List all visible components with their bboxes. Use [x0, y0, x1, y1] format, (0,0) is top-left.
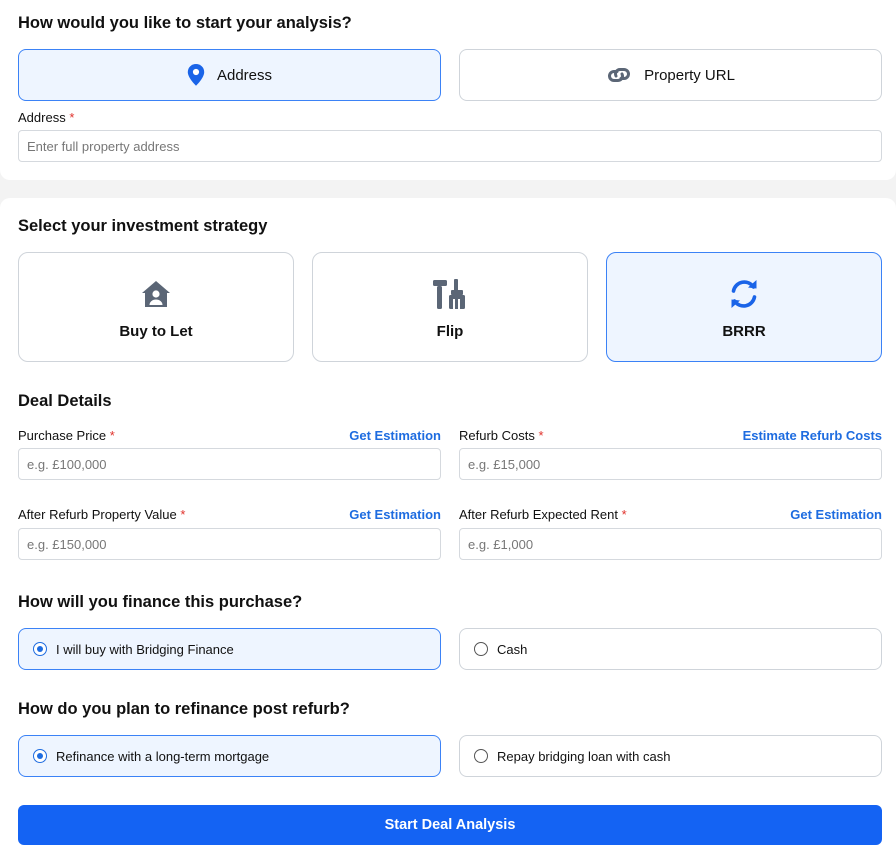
refinance-heading: How do you plan to refinance post refurb… [18, 700, 350, 718]
address-option[interactable]: Address [18, 49, 441, 101]
radio-selected [33, 749, 47, 763]
strategy-buy-to-let-label: Buy to Let [119, 323, 193, 340]
purchase-price-input[interactable] [18, 448, 441, 480]
after-refurb-value-label: After Refurb Property Value * [18, 507, 186, 522]
finance-heading: How will you finance this purchase? [18, 593, 303, 611]
refinance-cash-option[interactable]: Repay bridging loan with cash [459, 735, 882, 777]
strategy-buy-to-let[interactable]: Buy to Let [18, 252, 294, 362]
strategy-brrr[interactable]: BRRR [606, 252, 882, 362]
finance-bridging-label: I will buy with Bridging Finance [56, 641, 234, 657]
after-refurb-rent-label: After Refurb Expected Rent * [459, 507, 627, 522]
after-refurb-rent-estimation-link[interactable]: Get Estimation [790, 507, 882, 522]
finance-cash-option[interactable]: Cash [459, 628, 882, 670]
deal-details-heading: Deal Details [18, 392, 112, 410]
required-mark: * [69, 110, 75, 125]
purchase-price-label: Purchase Price * [18, 428, 115, 443]
address-input[interactable] [18, 130, 882, 162]
house-user-icon [137, 275, 175, 313]
address-label: Address * [18, 110, 75, 125]
radio-selected [33, 642, 47, 656]
refurb-costs-input[interactable] [459, 448, 882, 480]
strategy-flip[interactable]: Flip [312, 252, 588, 362]
property-url-option-label: Property URL [644, 66, 735, 84]
analysis-start-card: How would you like to start your analysi… [0, 0, 896, 180]
radio-unselected [474, 749, 488, 763]
refinance-mortgage-label: Refinance with a long-term mortgage [56, 748, 270, 764]
hammer-brush-icon [431, 275, 469, 313]
refinance-mortgage-option[interactable]: Refinance with a long-term mortgage [18, 735, 441, 777]
link-icon [608, 68, 631, 82]
finance-cash-label: Cash [497, 641, 528, 657]
address-option-label: Address [216, 66, 273, 84]
start-heading: How would you like to start your analysi… [18, 14, 352, 32]
strategy-heading: Select your investment strategy [18, 217, 268, 235]
property-url-option[interactable]: Property URL [459, 49, 882, 101]
after-refurb-rent-input[interactable] [459, 528, 882, 560]
refurb-costs-label: Refurb Costs * [459, 428, 544, 443]
strategy-brrr-label: BRRR [722, 323, 766, 340]
radio-unselected [474, 642, 488, 656]
start-deal-analysis-button[interactable]: Start Deal Analysis [18, 805, 882, 845]
after-refurb-value-estimation-link[interactable]: Get Estimation [349, 507, 441, 522]
purchase-price-estimation-link[interactable]: Get Estimation [349, 428, 441, 443]
after-refurb-value-input[interactable] [18, 528, 441, 560]
refinance-cash-label: Repay bridging loan with cash [497, 748, 671, 764]
finance-bridging-option[interactable]: I will buy with Bridging Finance [18, 628, 441, 670]
strategy-flip-label: Flip [436, 323, 464, 340]
map-pin-icon [187, 64, 205, 86]
refresh-icon [725, 275, 763, 313]
estimate-refurb-costs-link[interactable]: Estimate Refurb Costs [743, 428, 882, 443]
